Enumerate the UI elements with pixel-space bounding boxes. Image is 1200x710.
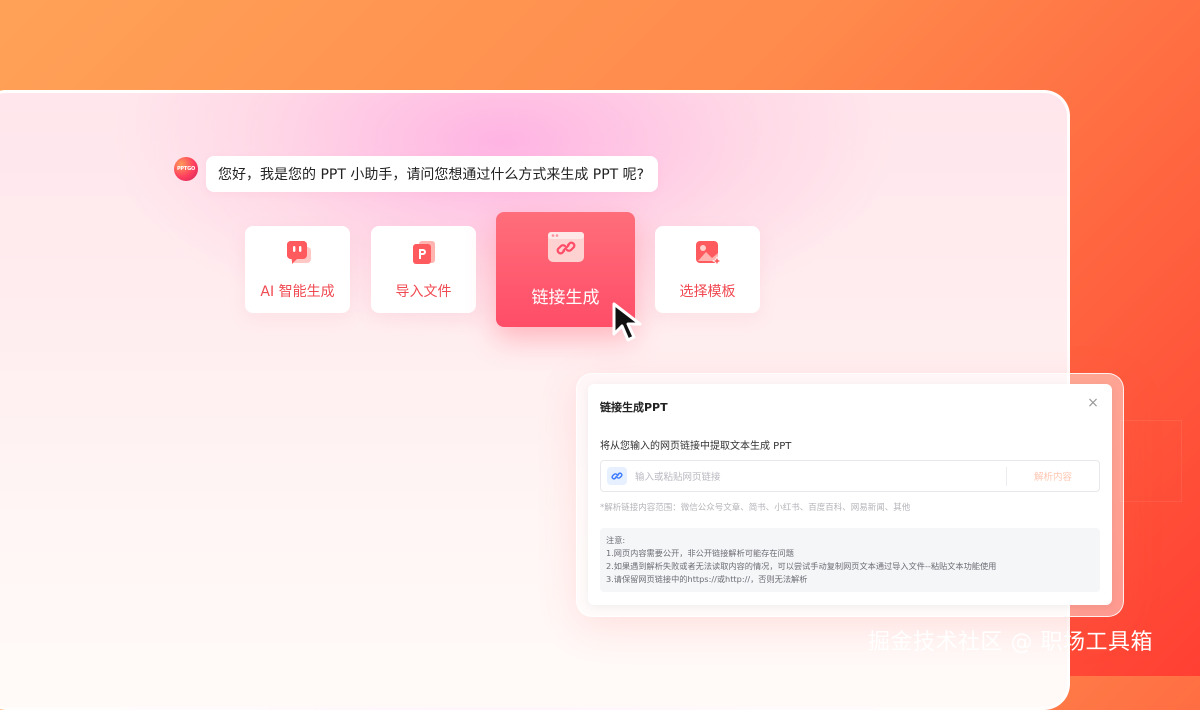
- option-label: 选择模板: [679, 283, 736, 300]
- option-label: 导入文件: [395, 283, 452, 300]
- url-input-group: 解析内容: [600, 460, 1100, 492]
- option-label: AI 智能生成: [260, 283, 335, 300]
- greeting-bubble: 您好，我是您的 PPT 小助手，请问您想通过什么方式来生成 PPT 呢?: [206, 156, 659, 192]
- parse-content-button[interactable]: 解析内容: [1007, 461, 1099, 491]
- link-window-icon: [547, 231, 585, 263]
- link-icon: [607, 467, 627, 485]
- mouse-pointer-icon: [608, 300, 652, 344]
- decorative-frame: [1120, 420, 1182, 502]
- notes-line: 2.如果遇到解析失败或者无法读取内容的情况，可以尝试手动复制网页文本通过导入文件…: [606, 561, 997, 571]
- option-label: 链接生成: [531, 288, 600, 308]
- chat-icon: [284, 239, 312, 267]
- parse-scope-hint: *解析链接内容范围：微信公众号文章、简书、小红书、百度百科、网易新闻、其他: [600, 503, 911, 513]
- url-input[interactable]: [633, 467, 997, 487]
- close-icon[interactable]: ×: [1086, 396, 1100, 410]
- watermark-text: 掘金技术社区 @ 职场工具箱: [868, 630, 1153, 655]
- notes-line: 3.请保留网页链接中的https://或http://，否则无法解析: [606, 574, 808, 584]
- assistant-avatar: PPTGO: [174, 157, 198, 181]
- option-import-file[interactable]: 导入文件: [371, 226, 476, 313]
- notes-heading: 注意:: [606, 535, 626, 545]
- dialog-title: 链接生成PPT: [600, 401, 668, 414]
- image-template-icon: [694, 239, 722, 267]
- greeting-text: 您好，我是您的 PPT 小助手，请问您想通过什么方式来生成 PPT 呢?: [218, 167, 645, 183]
- notes-line: 1.网页内容需要公开，非公开链接解析可能存在问题: [606, 548, 794, 558]
- notes-box: 注意: 1.网页内容需要公开，非公开链接解析可能存在问题 2.如果遇到解析失败或…: [600, 528, 1100, 592]
- ppt-file-icon: [410, 239, 438, 267]
- link-generate-dialog: 链接生成PPT × 将从您输入的网页链接中提取文本生成 PPT 解析内容 *解析…: [588, 384, 1112, 605]
- option-choose-template[interactable]: 选择模板: [655, 226, 760, 313]
- dialog-description: 将从您输入的网页链接中提取文本生成 PPT: [600, 441, 792, 452]
- option-ai-generate[interactable]: AI 智能生成: [245, 226, 350, 313]
- avatar-text: PPTGO: [176, 166, 196, 172]
